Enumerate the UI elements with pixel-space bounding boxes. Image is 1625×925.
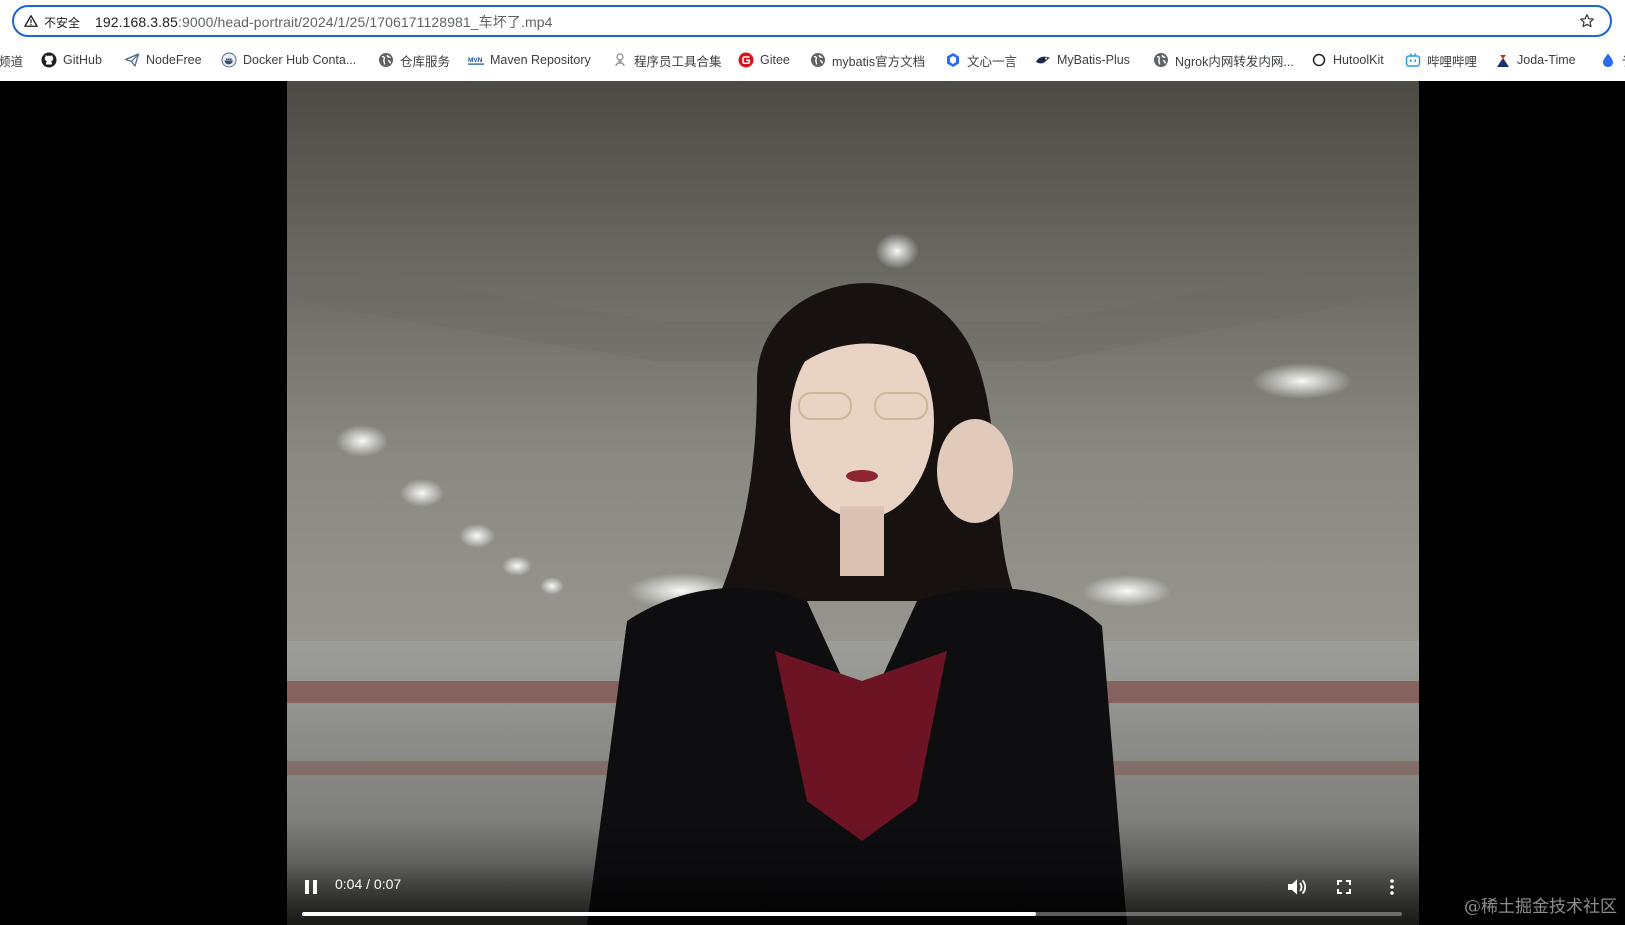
video-player[interactable] bbox=[287, 81, 1419, 925]
docker-icon bbox=[221, 52, 237, 68]
bookmark-github[interactable]: GitHub bbox=[41, 49, 102, 71]
bookmark-mybatis-plus[interactable]: MyBatis-Plus bbox=[1035, 49, 1130, 71]
github-icon bbox=[41, 52, 57, 68]
bookmark-label: Docker Hub Conta... bbox=[243, 53, 357, 67]
video-stage: 0:04 / 0:07 @稀土掘金技术社区 bbox=[0, 81, 1625, 925]
bookmark-programmer-tools[interactable]: 程序员工具合集 bbox=[612, 49, 722, 71]
bookmark-nodefree[interactable]: NodeFree bbox=[124, 49, 202, 71]
paper-plane-icon bbox=[124, 52, 140, 68]
maven-icon: MVN bbox=[468, 52, 484, 68]
bookmark-docker-hub[interactable]: Docker Hub Conta... bbox=[221, 49, 356, 71]
globe-icon bbox=[378, 52, 394, 68]
bookmark-label: HutoolKit bbox=[1333, 53, 1384, 67]
warning-triangle-icon bbox=[24, 15, 38, 27]
browser-chrome: 不安全 192.168.3.85:9000/head-portrait/2024… bbox=[0, 0, 1625, 82]
svg-text:MVN: MVN bbox=[468, 57, 483, 64]
video-frame-image bbox=[287, 81, 1419, 925]
joda-icon bbox=[1495, 52, 1511, 68]
address-bar[interactable]: 不安全 192.168.3.85:9000/head-portrait/2024… bbox=[12, 5, 1612, 37]
url-path: :9000/head-portrait/2024/1/25/1706171128… bbox=[177, 14, 553, 30]
globe-icon bbox=[810, 52, 826, 68]
bookmarks-bar: 频道 GitHub NodeFree Docker Hub Conta... 仓… bbox=[0, 45, 1625, 75]
bookmark-label: 程序员工具合集 bbox=[634, 54, 722, 69]
gitee-icon bbox=[738, 52, 754, 68]
bookmark-gitee[interactable]: Gitee bbox=[738, 49, 790, 71]
url-host: 192.168.3.85 bbox=[95, 14, 178, 30]
bookmark-label: 哔哩哔哩 bbox=[1427, 54, 1478, 69]
bookmark-warehouse[interactable]: 仓库服务 bbox=[378, 49, 450, 71]
bookmark-label: mybatis官方文档 bbox=[832, 54, 926, 69]
bookmark-channel[interactable]: 频道 bbox=[0, 49, 23, 71]
progress-bar-fill bbox=[302, 912, 1036, 916]
time-display: 0:04 / 0:07 bbox=[335, 876, 402, 892]
volume-icon[interactable] bbox=[1282, 873, 1310, 901]
bookmark-bilibili[interactable]: 哔哩哔哩 bbox=[1405, 49, 1477, 71]
bookmark-label: 频道 bbox=[0, 54, 24, 69]
bookmark-label: Maven Repository bbox=[490, 53, 591, 67]
watermark: @稀土掘金技术社区 bbox=[1464, 897, 1617, 917]
duration: 0:07 bbox=[373, 876, 402, 892]
bilibili-icon bbox=[1405, 52, 1421, 68]
bookmark-hutoolkit[interactable]: HutoolKit bbox=[1311, 49, 1384, 71]
current-time: 0:04 bbox=[335, 876, 363, 892]
bookmark-wenxin[interactable]: 文心一言 bbox=[945, 49, 1017, 71]
mybatis-plus-icon bbox=[1035, 52, 1051, 68]
wenxin-icon bbox=[945, 52, 961, 68]
pause-icon[interactable] bbox=[297, 873, 325, 901]
globe-icon bbox=[1153, 52, 1169, 68]
security-label[interactable]: 不安全 bbox=[44, 14, 80, 31]
circle-icon bbox=[1311, 52, 1327, 68]
fullscreen-icon[interactable] bbox=[1330, 873, 1358, 901]
bookmark-label: MyBatis-Plus bbox=[1057, 53, 1130, 67]
bookmark-star-icon[interactable] bbox=[1578, 12, 1596, 30]
tools-icon bbox=[612, 52, 628, 68]
bookmark-label: Joda-Time bbox=[1517, 53, 1576, 67]
bookmark-label: 仓库服务 bbox=[400, 54, 451, 69]
bookmark-mybatis-docs[interactable]: mybatis官方文档 bbox=[810, 49, 925, 71]
drop-icon bbox=[1600, 52, 1616, 68]
progress-bar[interactable] bbox=[302, 912, 1402, 916]
bookmark-ngrok[interactable]: Ngrok内网转发内网... bbox=[1153, 49, 1294, 71]
more-options-icon[interactable] bbox=[1378, 873, 1406, 901]
bookmark-joda-time[interactable]: Joda-Time bbox=[1495, 49, 1576, 71]
bookmark-label: Ngrok内网转发内网... bbox=[1175, 54, 1294, 69]
bookmark-label: NodeFree bbox=[146, 53, 202, 67]
video-controls: 0:04 / 0:07 bbox=[287, 865, 1419, 925]
bookmark-partial[interactable]: 讠 bbox=[1600, 49, 1625, 71]
bookmark-label: 文心一言 bbox=[967, 54, 1018, 69]
url-text[interactable]: 192.168.3.85:9000/head-portrait/2024/1/2… bbox=[95, 12, 553, 32]
bookmark-label: GitHub bbox=[63, 53, 102, 67]
bookmark-label: Gitee bbox=[760, 53, 790, 67]
bookmark-maven-repository[interactable]: MVN Maven Repository bbox=[468, 49, 591, 71]
